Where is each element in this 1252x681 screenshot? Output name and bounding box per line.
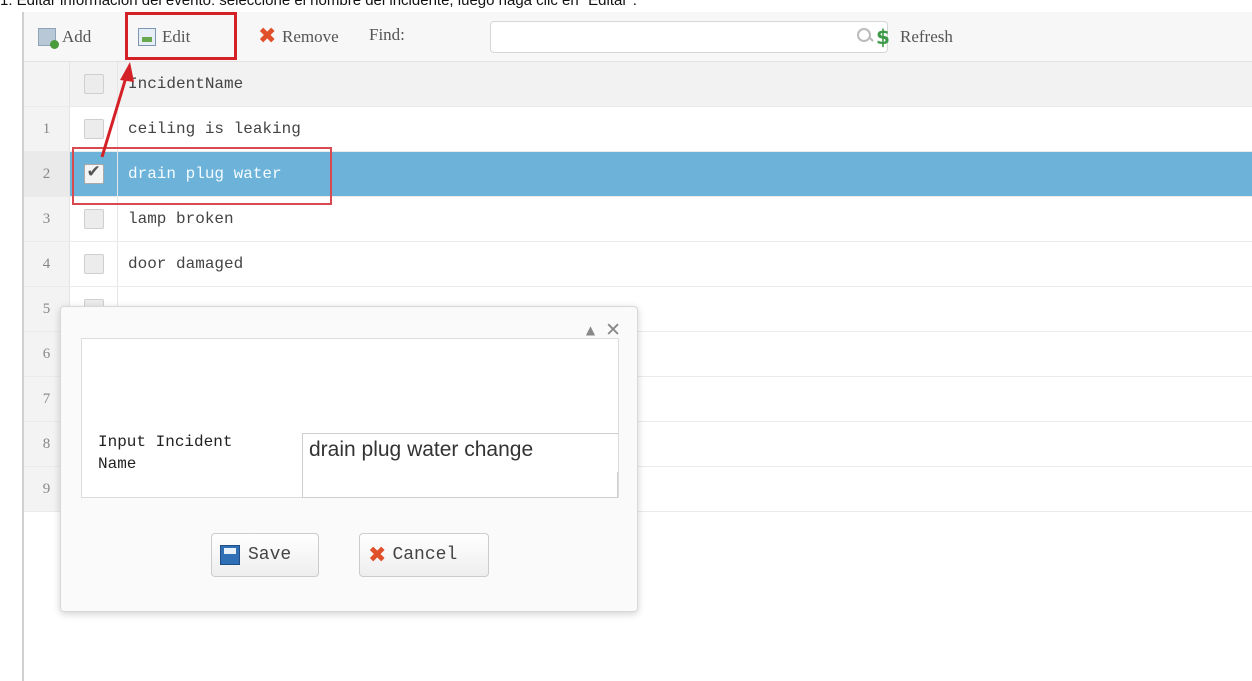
search-input[interactable] xyxy=(490,21,888,53)
incident-name-cell: ceiling is leaking xyxy=(128,120,301,138)
refresh-icon: $ xyxy=(876,25,890,49)
save-button[interactable]: Save xyxy=(211,533,319,577)
edit-button-highlight-box xyxy=(125,12,237,60)
column-header-incident-name[interactable]: IncidentName xyxy=(128,62,243,106)
add-button-label: Add xyxy=(62,27,92,46)
find-label: Find: xyxy=(369,25,405,44)
row-number: 1 xyxy=(24,107,70,151)
incident-name-field-lower xyxy=(302,472,618,498)
edit-incident-dialog: ▲ ✕ Input Incident Name drain plug water… xyxy=(60,306,638,612)
cancel-button-label: Cancel xyxy=(392,545,458,565)
add-button[interactable]: Add xyxy=(38,24,91,50)
remove-button[interactable]: ✖ Remove xyxy=(258,24,339,50)
remove-button-label: Remove xyxy=(282,27,339,46)
save-button-label: Save xyxy=(248,545,292,565)
dialog-form: Input Incident Name drain plug water cha… xyxy=(81,338,619,498)
select-all-checkbox[interactable] xyxy=(83,74,104,94)
row-checkbox-cell xyxy=(70,107,118,151)
row-number: 3 xyxy=(24,197,70,241)
cancel-button[interactable]: ✖ Cancel xyxy=(359,533,489,577)
incident-name-cell: door damaged xyxy=(128,255,244,273)
toolbar: Add Edit ✖ Remove Find: $ Refresh xyxy=(24,12,1252,62)
row-checkbox[interactable] xyxy=(83,209,104,229)
row-number: 2 xyxy=(24,152,70,196)
instruction-caption: 1. Editar información del evento: selecc… xyxy=(0,0,637,9)
incident-name-label: Input Incident Name xyxy=(98,433,233,473)
row-checkbox[interactable] xyxy=(83,119,104,139)
select-all-cell xyxy=(70,62,118,106)
selected-row-highlight-box xyxy=(72,147,332,205)
row-checkbox[interactable] xyxy=(83,254,104,274)
save-icon xyxy=(220,545,240,565)
search-icon[interactable] xyxy=(857,28,873,44)
row-number-header xyxy=(24,62,70,106)
cancel-icon: ✖ xyxy=(368,542,387,568)
remove-icon: ✖ xyxy=(258,24,277,49)
add-icon xyxy=(38,28,59,49)
table-row[interactable]: 4 door damaged xyxy=(24,242,1252,287)
row-checkbox-cell xyxy=(70,242,118,286)
row-number: 4 xyxy=(24,242,70,286)
incident-name-field[interactable]: drain plug water change xyxy=(302,433,618,473)
incident-grid-app: Add Edit ✖ Remove Find: $ Refresh Incide… xyxy=(22,12,1252,681)
table-row[interactable]: 1 ceiling is leaking xyxy=(24,107,1252,152)
refresh-button[interactable]: $ Refresh xyxy=(876,24,953,50)
collapse-icon[interactable]: ▲ xyxy=(586,323,595,337)
refresh-button-label: Refresh xyxy=(900,27,953,46)
grid-header-row: IncidentName xyxy=(24,62,1252,107)
